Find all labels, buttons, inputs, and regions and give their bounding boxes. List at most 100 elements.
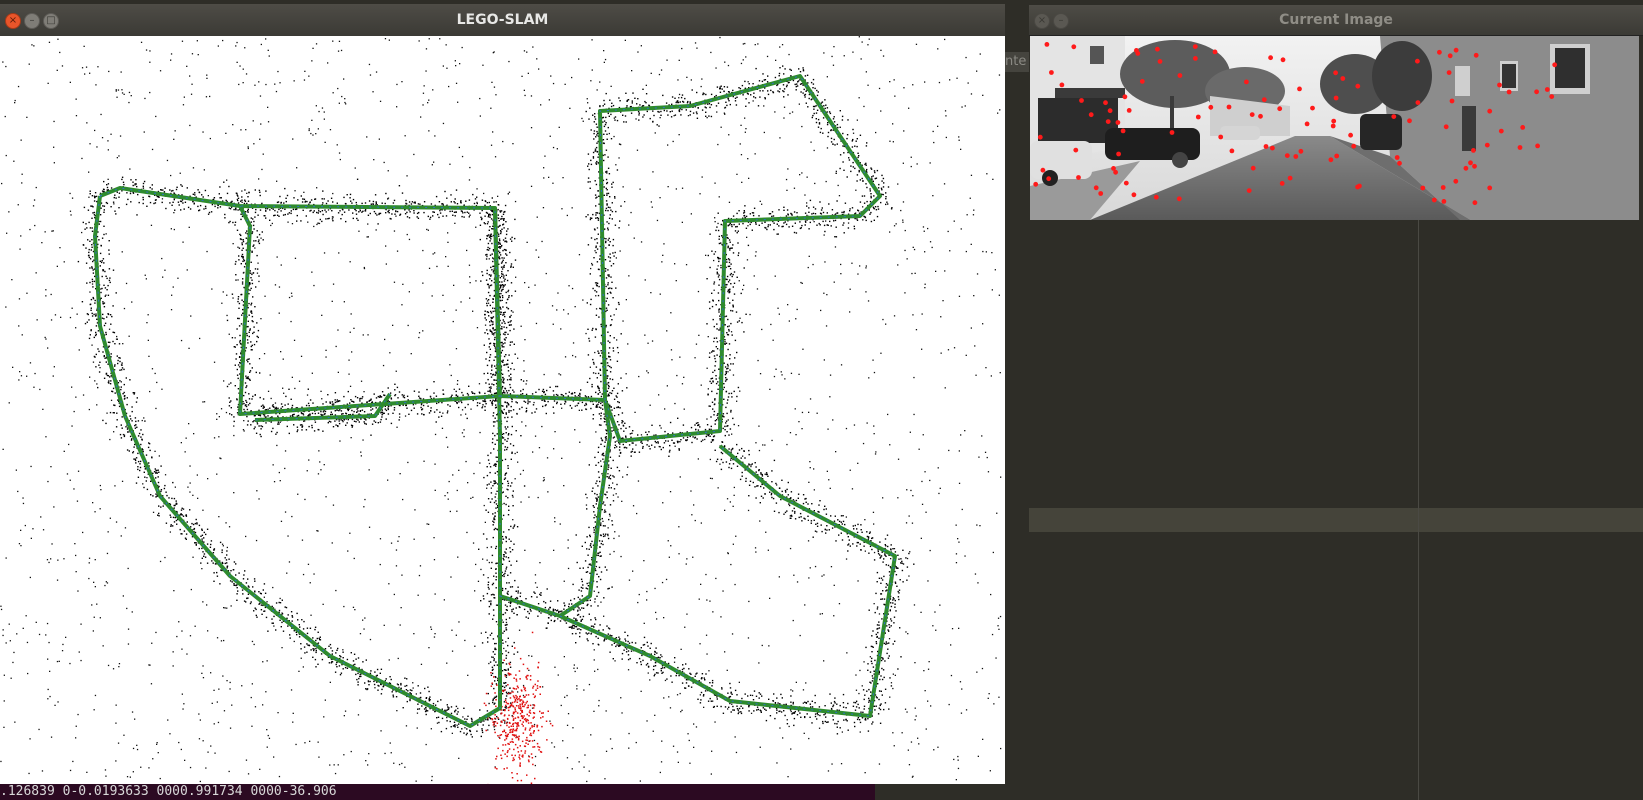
map-point (596, 493, 598, 496)
map-point (419, 692, 422, 694)
map-point (788, 503, 790, 505)
map-point (737, 709, 739, 711)
map-point (590, 407, 592, 410)
map-point (512, 409, 515, 411)
map-point (493, 379, 495, 381)
map-point (251, 250, 253, 252)
map-point (810, 706, 812, 708)
map-point (502, 343, 504, 345)
map-point (249, 363, 251, 365)
map-point (262, 407, 264, 409)
lego-slam-titlebar[interactable]: × – □ LEGO-SLAM (0, 4, 1005, 37)
map-point (95, 353, 97, 356)
map-point (281, 406, 284, 408)
map-point (265, 190, 267, 192)
map-point (491, 323, 493, 326)
map-point (591, 540, 593, 543)
map-point (505, 503, 507, 506)
map-point (302, 209, 304, 211)
map-point (378, 396, 381, 398)
map-point (175, 500, 177, 502)
map-point (596, 595, 598, 597)
map-point (265, 616, 268, 619)
map-viewer[interactable] (0, 36, 1005, 786)
map-point (508, 389, 510, 392)
map-point (503, 257, 505, 259)
map-point (600, 534, 602, 537)
map-point (193, 203, 195, 205)
map-point (510, 373, 512, 375)
map-point (133, 393, 135, 395)
map-point (503, 502, 505, 505)
map-point (104, 322, 107, 324)
map-point (505, 302, 508, 304)
map-point (118, 207, 120, 209)
map-point (495, 399, 497, 401)
map-point (450, 194, 452, 196)
map-point (404, 213, 407, 215)
map-point (114, 194, 116, 196)
map-point (439, 209, 441, 212)
map-point (101, 317, 104, 319)
map-point (237, 202, 240, 204)
map-point (173, 507, 175, 509)
map-point (525, 411, 527, 413)
map-point (487, 378, 489, 381)
map-point (488, 386, 491, 389)
map-point (603, 421, 606, 423)
map-point (102, 258, 105, 260)
map-point (413, 390, 416, 392)
map-point (271, 405, 274, 407)
map-point (561, 610, 563, 612)
map-point (350, 200, 352, 202)
map-point (489, 348, 491, 350)
map-point (86, 282, 88, 284)
map-point (612, 475, 614, 477)
map-point (608, 518, 610, 521)
map-point (507, 270, 509, 272)
map-point (255, 286, 257, 288)
map-point (504, 333, 506, 336)
map-point (300, 412, 303, 414)
map-point (577, 394, 580, 397)
map-point (494, 374, 497, 376)
map-point (303, 646, 306, 648)
map-point (601, 404, 604, 407)
map-point (490, 319, 492, 322)
map-point (602, 525, 605, 527)
map-point (593, 531, 595, 534)
map-point (471, 391, 473, 393)
map-point (357, 410, 359, 412)
map-point (756, 706, 759, 708)
map-point (728, 706, 730, 708)
map-point (123, 391, 125, 394)
map-point (370, 203, 372, 205)
map-point (189, 208, 192, 210)
map-point (237, 197, 240, 199)
map-point (590, 395, 593, 398)
map-point (455, 390, 457, 393)
map-point (200, 535, 202, 537)
map-point (491, 269, 493, 271)
map-point (107, 183, 110, 185)
map-point (790, 695, 792, 697)
map-point (898, 558, 900, 560)
map-point (250, 221, 252, 223)
map-point (252, 586, 254, 588)
map-point (838, 534, 840, 536)
map-point (868, 532, 871, 534)
map-point (878, 707, 880, 709)
map-point (762, 707, 764, 709)
map-point (93, 336, 95, 339)
map-point (495, 648, 497, 651)
map-point (115, 197, 117, 199)
map-point (588, 464, 590, 466)
map-point (92, 212, 94, 214)
map-point (517, 590, 519, 592)
map-point (94, 302, 96, 304)
map-point (824, 528, 826, 531)
map-point (888, 626, 891, 628)
map-point (510, 265, 512, 267)
map-point (430, 410, 432, 412)
map-point (556, 610, 558, 612)
